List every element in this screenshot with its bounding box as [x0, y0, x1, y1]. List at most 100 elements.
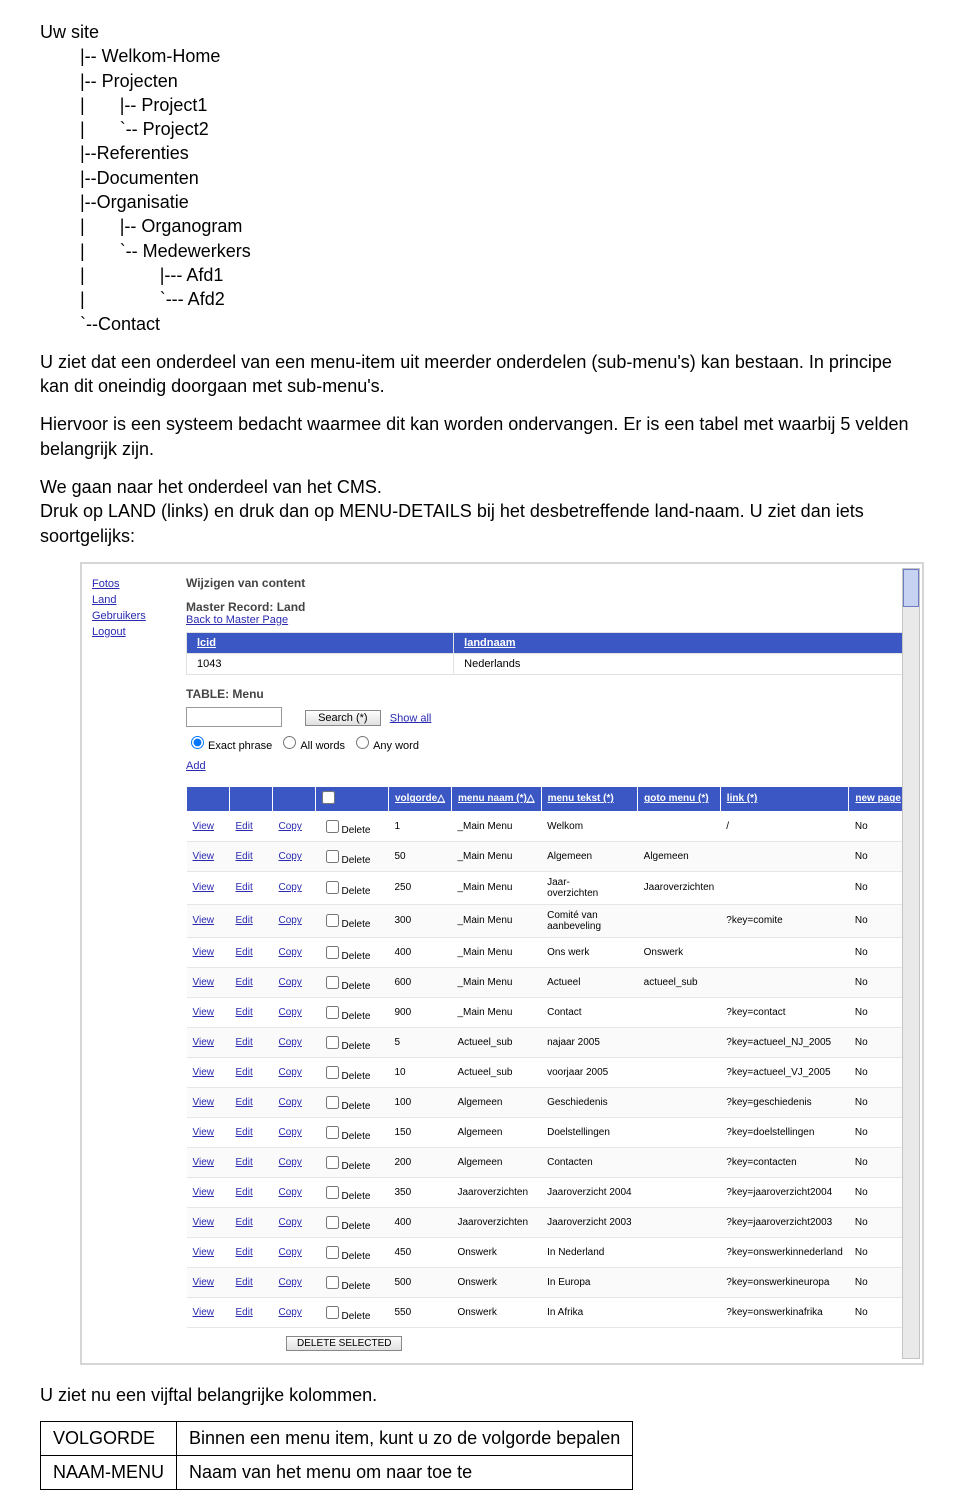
- row-checkbox[interactable]: [326, 914, 339, 927]
- nav-land[interactable]: Land: [92, 594, 162, 606]
- search-button[interactable]: Search (*): [305, 710, 381, 726]
- row-checkbox[interactable]: [326, 850, 339, 863]
- view-link[interactable]: View: [193, 821, 215, 832]
- view-link[interactable]: View: [193, 851, 215, 862]
- col-gotomenu[interactable]: goto menu (*): [638, 786, 721, 811]
- view-link[interactable]: View: [193, 915, 215, 926]
- radio-all[interactable]: [283, 736, 296, 749]
- edit-link[interactable]: Edit: [236, 1307, 253, 1318]
- copy-link[interactable]: Copy: [279, 1157, 302, 1168]
- view-link[interactable]: View: [193, 1067, 215, 1078]
- col-newpage[interactable]: new page: [849, 786, 908, 811]
- radio-any[interactable]: [356, 736, 369, 749]
- scrollbar[interactable]: [902, 568, 920, 1359]
- col-menutekst[interactable]: menu tekst (*): [541, 786, 638, 811]
- copy-link[interactable]: Copy: [279, 1277, 302, 1288]
- edit-link[interactable]: Edit: [236, 1157, 253, 1168]
- edit-link[interactable]: Edit: [236, 1007, 253, 1018]
- edit-link[interactable]: Edit: [236, 1277, 253, 1288]
- row-checkbox[interactable]: [326, 1186, 339, 1199]
- copy-link[interactable]: Copy: [279, 915, 302, 926]
- delete-label: Delete: [342, 1161, 371, 1172]
- row-checkbox[interactable]: [326, 881, 339, 894]
- view-link[interactable]: View: [193, 1307, 215, 1318]
- header-checkbox[interactable]: [322, 791, 335, 804]
- row-checkbox[interactable]: [326, 1006, 339, 1019]
- cell-gotomenu: [638, 904, 721, 937]
- edit-link[interactable]: Edit: [236, 1187, 253, 1198]
- edit-link[interactable]: Edit: [236, 1067, 253, 1078]
- edit-link[interactable]: Edit: [236, 882, 253, 893]
- copy-link[interactable]: Copy: [279, 821, 302, 832]
- view-link[interactable]: View: [193, 1037, 215, 1048]
- row-checkbox[interactable]: [326, 1126, 339, 1139]
- col-volgorde[interactable]: volgorde△: [389, 786, 452, 811]
- search-input[interactable]: [186, 707, 282, 727]
- copy-link[interactable]: Copy: [279, 882, 302, 893]
- copy-link[interactable]: Copy: [279, 977, 302, 988]
- view-link[interactable]: View: [193, 1217, 215, 1228]
- copy-link[interactable]: Copy: [279, 1187, 302, 1198]
- edit-link[interactable]: Edit: [236, 947, 253, 958]
- add-link[interactable]: Add: [186, 760, 206, 772]
- copy-link[interactable]: Copy: [279, 1037, 302, 1048]
- edit-link[interactable]: Edit: [236, 915, 253, 926]
- copy-link[interactable]: Copy: [279, 1097, 302, 1108]
- edit-link[interactable]: Edit: [236, 1097, 253, 1108]
- col-menunaam[interactable]: menu naam (*)△: [451, 786, 541, 811]
- edit-link[interactable]: Edit: [236, 977, 253, 988]
- row-checkbox[interactable]: [326, 1066, 339, 1079]
- row-checkbox[interactable]: [326, 976, 339, 989]
- view-link[interactable]: View: [193, 1097, 215, 1108]
- copy-link[interactable]: Copy: [279, 851, 302, 862]
- nav-gebruikers[interactable]: Gebruikers: [92, 610, 162, 622]
- row-checkbox[interactable]: [326, 1036, 339, 1049]
- edit-link[interactable]: Edit: [236, 1247, 253, 1258]
- cell-volgorde: 50: [389, 841, 452, 871]
- cell-menunaam: Jaaroverzichten: [451, 1207, 541, 1237]
- copy-link[interactable]: Copy: [279, 1247, 302, 1258]
- col-link[interactable]: link (*): [720, 786, 849, 811]
- view-link[interactable]: View: [193, 1277, 215, 1288]
- row-checkbox[interactable]: [326, 1306, 339, 1319]
- copy-link[interactable]: Copy: [279, 1217, 302, 1228]
- edit-link[interactable]: Edit: [236, 1217, 253, 1228]
- row-checkbox[interactable]: [326, 1276, 339, 1289]
- cell-newpage: No: [849, 1087, 908, 1117]
- row-checkbox[interactable]: [326, 1096, 339, 1109]
- view-link[interactable]: View: [193, 1247, 215, 1258]
- view-link[interactable]: View: [193, 1187, 215, 1198]
- view-link[interactable]: View: [193, 1127, 215, 1138]
- edit-link[interactable]: Edit: [236, 1037, 253, 1048]
- back-to-master-link[interactable]: Back to Master Page: [186, 614, 288, 626]
- row-checkbox[interactable]: [326, 1246, 339, 1259]
- edit-link[interactable]: Edit: [236, 851, 253, 862]
- view-link[interactable]: View: [193, 882, 215, 893]
- cell-volgorde: 900: [389, 997, 452, 1027]
- view-link[interactable]: View: [193, 1007, 215, 1018]
- copy-link[interactable]: Copy: [279, 1127, 302, 1138]
- copy-link[interactable]: Copy: [279, 1067, 302, 1078]
- row-checkbox[interactable]: [326, 1216, 339, 1229]
- cell-menutekst: Ons werk: [541, 937, 638, 967]
- view-link[interactable]: View: [193, 1157, 215, 1168]
- nav-fotos[interactable]: Fotos: [92, 578, 162, 590]
- view-link[interactable]: View: [193, 977, 215, 988]
- nav-logout[interactable]: Logout: [92, 626, 162, 638]
- row-checkbox[interactable]: [326, 1156, 339, 1169]
- copy-link[interactable]: Copy: [279, 947, 302, 958]
- row-checkbox[interactable]: [326, 820, 339, 833]
- radio-exact[interactable]: [191, 736, 204, 749]
- cell-menutekst: Actueel: [541, 967, 638, 997]
- edit-link[interactable]: Edit: [236, 1127, 253, 1138]
- scroll-thumb[interactable]: [903, 569, 919, 607]
- edit-link[interactable]: Edit: [236, 821, 253, 832]
- show-all-link[interactable]: Show all: [390, 712, 432, 724]
- copy-link[interactable]: Copy: [279, 1307, 302, 1318]
- view-link[interactable]: View: [193, 947, 215, 958]
- cell-link: ?key=contacten: [720, 1147, 849, 1177]
- copy-link[interactable]: Copy: [279, 1007, 302, 1018]
- delete-selected-button[interactable]: DELETE SELECTED: [286, 1336, 402, 1351]
- row-checkbox[interactable]: [326, 946, 339, 959]
- page-title: Wijzigen van content: [186, 576, 908, 590]
